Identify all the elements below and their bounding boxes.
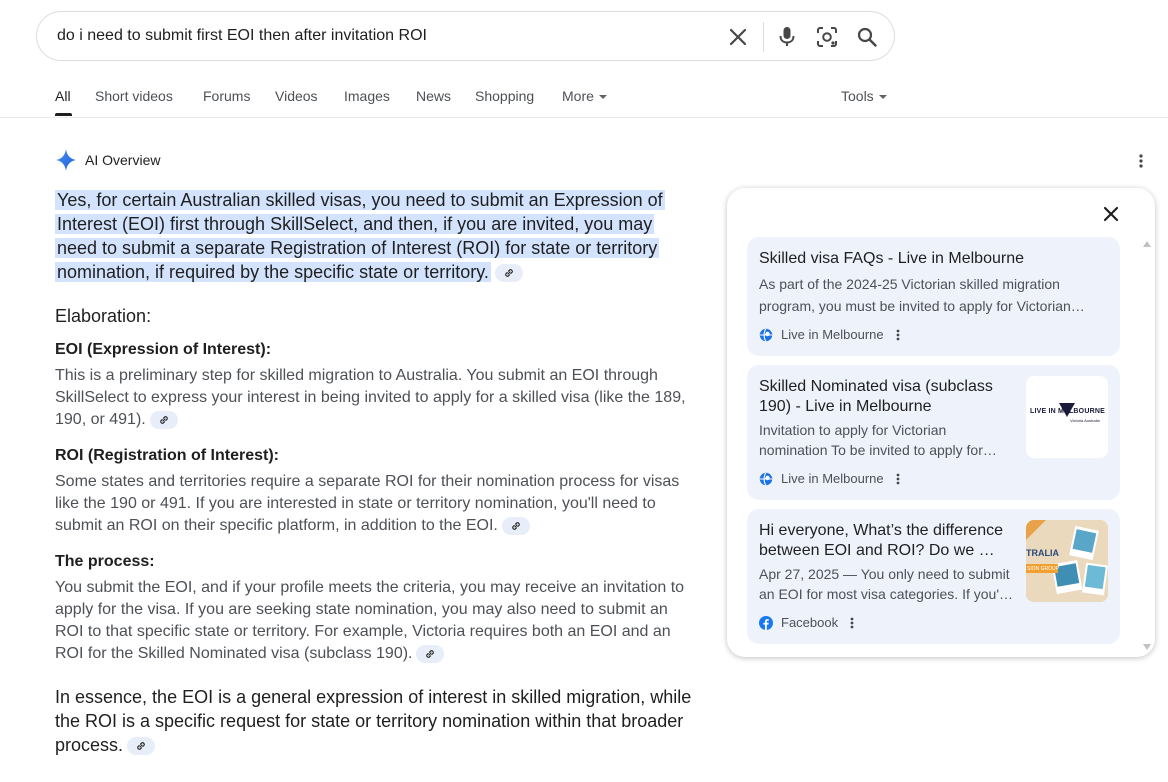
search-divider bbox=[763, 22, 764, 52]
globe-icon bbox=[759, 472, 773, 485]
globe-icon bbox=[759, 328, 773, 341]
tools-label: Tools bbox=[841, 88, 874, 104]
active-tab-indicator bbox=[55, 113, 72, 116]
snippet-line: an EOI for most visa categories. If you'… bbox=[759, 586, 1013, 602]
process-text: You submit the EOI, and if your profile … bbox=[55, 579, 685, 662]
tab-all[interactable]: All bbox=[55, 88, 71, 104]
victoria-triangle-logo bbox=[1059, 403, 1075, 417]
source-link-icon[interactable] bbox=[416, 644, 445, 663]
snippet-line: Invitation to apply for Victorian bbox=[759, 422, 947, 438]
travel-collage-image bbox=[1026, 520, 1108, 602]
source-link-icon[interactable] bbox=[494, 264, 523, 283]
title-line: Hi everyone, What’s the difference bbox=[759, 522, 1003, 539]
roi-text: Some states and territories require a se… bbox=[55, 473, 680, 534]
title-line: between EOI and ROI? Do we … bbox=[759, 542, 995, 559]
process-heading: The process: bbox=[55, 553, 155, 570]
more-options-icon[interactable] bbox=[850, 617, 854, 629]
roi-heading: ROI (Registration of Interest): bbox=[55, 447, 280, 464]
source-card[interactable]: Hi everyone, What’s the difference betwe… bbox=[747, 509, 1120, 644]
source-card[interactable]: Skilled Nominated visa (subclass 190) - … bbox=[747, 365, 1120, 500]
source-card-snippet: As part of the 2024-25 Victorian skilled… bbox=[759, 273, 1109, 317]
more-options-icon[interactable] bbox=[896, 473, 900, 485]
source-card[interactable]: Skilled visa FAQs - Live in Melbourne As… bbox=[747, 237, 1120, 356]
eoi-heading: EOI (Expression of Interest): bbox=[55, 341, 272, 358]
facebook-post-thumbnail[interactable]: TRALIA SION GROUP bbox=[1026, 520, 1108, 602]
source-card-title[interactable]: Skilled visa FAQs - Live in Melbourne bbox=[759, 249, 1024, 269]
source-name: Live in Melbourne bbox=[781, 327, 884, 342]
title-line: 190) - Live in Melbourne bbox=[759, 398, 932, 415]
scroll-up-arrow[interactable] bbox=[1143, 241, 1151, 247]
search-icon[interactable] bbox=[855, 25, 879, 49]
thumbnail-text: TRALIA bbox=[1026, 548, 1059, 558]
source-name: Live in Melbourne bbox=[781, 471, 884, 486]
elaboration-heading: Elaboration: bbox=[55, 306, 152, 326]
source-link-icon[interactable] bbox=[149, 410, 178, 429]
clear-search-icon[interactable] bbox=[726, 25, 750, 49]
eoi-paragraph: This is a preliminary step for skilled m… bbox=[55, 365, 695, 431]
tab-more[interactable]: More bbox=[562, 88, 607, 104]
microphone-icon[interactable] bbox=[775, 25, 799, 49]
source-attribution: Live in Melbourne bbox=[759, 471, 900, 486]
source-card-snippet: Invitation to apply for Victorian nomina… bbox=[759, 420, 1019, 460]
ai-overview-lead: Yes, for certain Australian skilled visa… bbox=[55, 188, 695, 284]
source-attribution: Live in Melbourne bbox=[759, 327, 900, 342]
search-bar[interactable]: do i need to submit first EOI then after… bbox=[36, 11, 895, 61]
tab-videos[interactable]: Videos bbox=[275, 88, 318, 104]
source-name: Facebook bbox=[781, 615, 839, 630]
search-tabs: All Short videos Forums Videos Images Ne… bbox=[0, 78, 1168, 118]
more-options-icon[interactable] bbox=[1139, 154, 1143, 173]
snippet-line: nomination To be invited to apply for… bbox=[759, 442, 997, 458]
gemini-sparkle-icon bbox=[56, 149, 76, 171]
lead-highlight: Yes, for certain Australian skilled visa… bbox=[55, 190, 665, 282]
tab-news[interactable]: News bbox=[416, 88, 451, 104]
source-card-title[interactable]: Hi everyone, What’s the difference betwe… bbox=[759, 521, 1024, 561]
ai-overview-header: AI Overview bbox=[55, 148, 160, 172]
source-attribution: Facebook bbox=[759, 615, 854, 630]
sources-panel: Skilled visa FAQs - Live in Melbourne As… bbox=[727, 188, 1155, 657]
tab-forums[interactable]: Forums bbox=[203, 88, 250, 104]
close-icon[interactable] bbox=[1101, 204, 1121, 224]
source-card-snippet: Apr 27, 2025 — You only need to submit a… bbox=[759, 564, 1024, 604]
roi-paragraph: Some states and territories require a se… bbox=[55, 471, 695, 537]
facebook-icon bbox=[759, 615, 773, 630]
snippet-line: program, you must be invited to apply fo… bbox=[759, 298, 1085, 314]
ai-overview-body: Yes, for certain Australian skilled visa… bbox=[55, 188, 695, 757]
source-link-icon[interactable] bbox=[501, 516, 530, 535]
scroll-down-arrow[interactable] bbox=[1143, 644, 1151, 650]
snippet-line: Apr 27, 2025 — You only need to submit bbox=[759, 566, 1010, 582]
tab-short-videos[interactable]: Short videos bbox=[95, 88, 173, 104]
live-in-melbourne-thumbnail[interactable]: LIVE IN MELBOURNE Victoria Australia bbox=[1026, 376, 1108, 458]
chevron-down-icon bbox=[878, 95, 887, 99]
source-card-title[interactable]: Skilled Nominated visa (subclass 190) - … bbox=[759, 377, 1019, 417]
process-paragraph: You submit the EOI, and if your profile … bbox=[55, 577, 695, 665]
search-input[interactable]: do i need to submit first EOI then after… bbox=[57, 27, 427, 45]
tools-button[interactable]: Tools bbox=[841, 88, 887, 104]
tab-images[interactable]: Images bbox=[344, 88, 390, 104]
snippet-line: As part of the 2024-25 Victorian skilled… bbox=[759, 276, 1060, 292]
more-options-icon[interactable] bbox=[896, 329, 900, 341]
ai-overview-title: AI Overview bbox=[85, 152, 161, 168]
chevron-down-icon bbox=[598, 95, 607, 99]
tab-more-label: More bbox=[562, 88, 594, 104]
thumbnail-logo-subtext: Victoria Australia bbox=[1070, 418, 1100, 423]
source-link-icon[interactable] bbox=[127, 737, 156, 756]
thumbnail-subtext: SION GROUP bbox=[1027, 566, 1059, 572]
tab-shopping[interactable]: Shopping bbox=[475, 88, 534, 104]
summary-paragraph: In essence, the EOI is a general express… bbox=[55, 685, 695, 757]
lens-icon[interactable] bbox=[815, 25, 839, 49]
title-line: Skilled Nominated visa (subclass bbox=[759, 378, 993, 395]
